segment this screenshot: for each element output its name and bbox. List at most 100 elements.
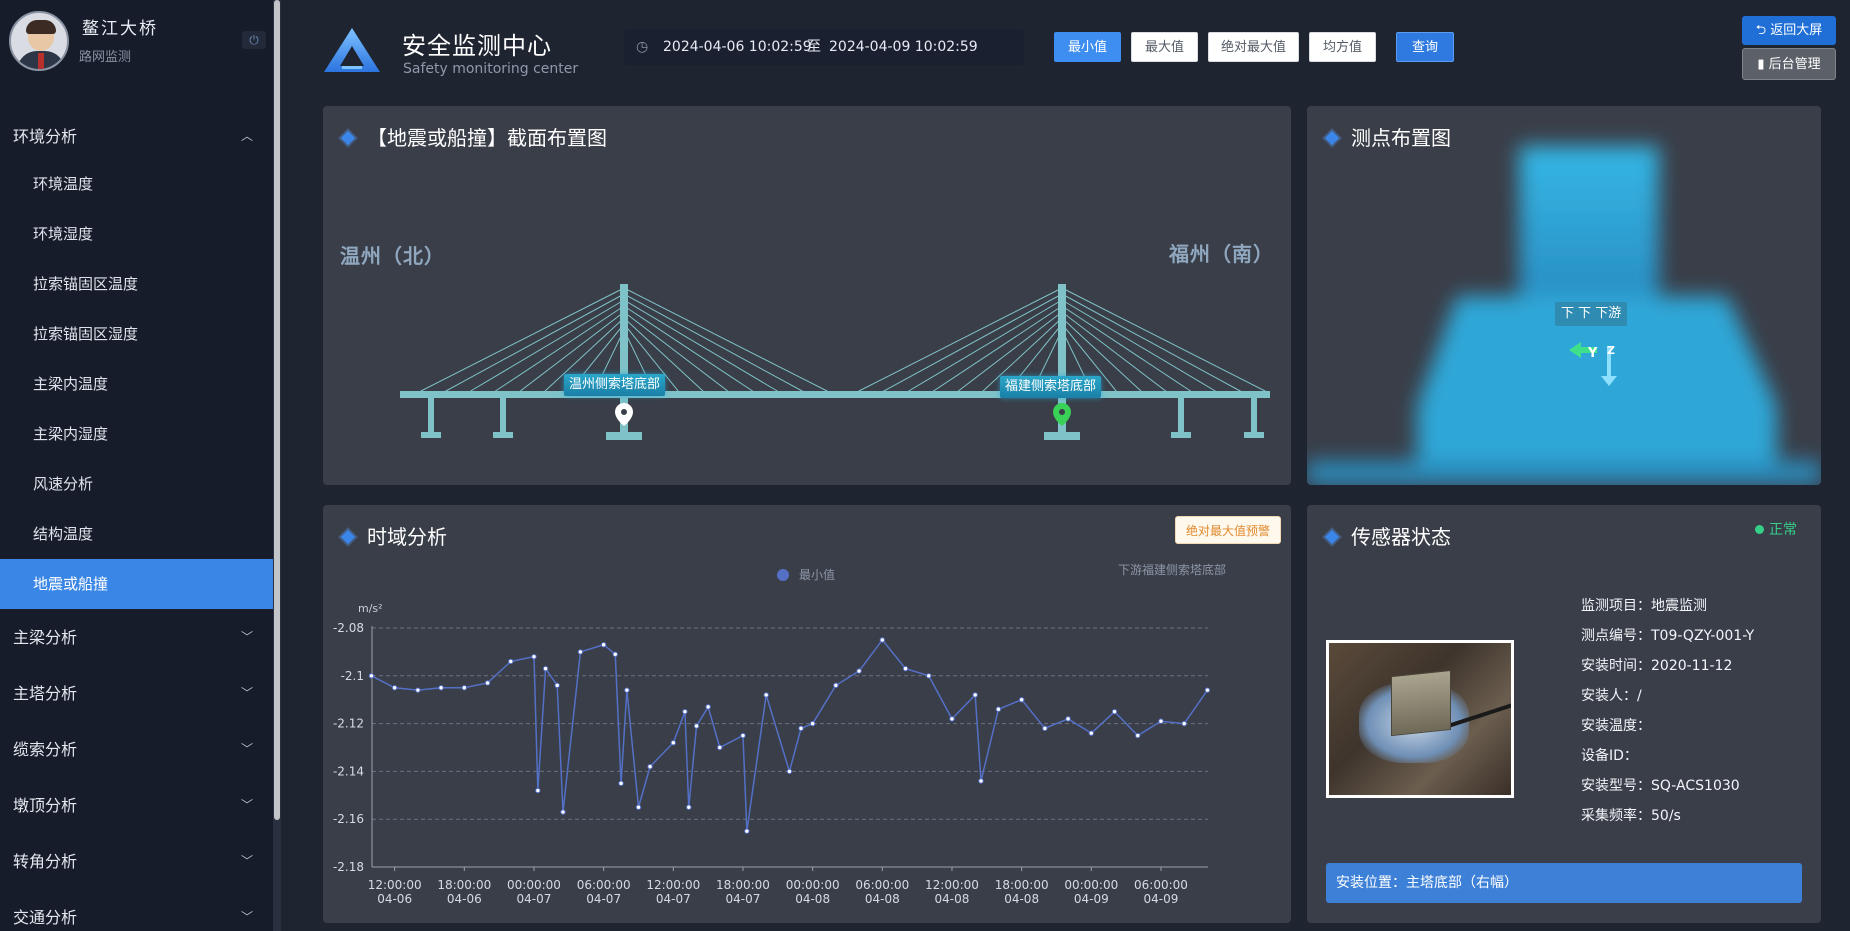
menu-group-label: 墩顶分析: [13, 796, 78, 815]
menu-group-tower[interactable]: 主塔分析 ﹀: [0, 671, 273, 716]
sensor-tag-wenzhou[interactable]: 温州侧索塔底部: [564, 374, 666, 396]
menu-group-env[interactable]: 环境分析 ︿: [0, 114, 273, 159]
scrollbar-thumb[interactable]: [274, 0, 280, 820]
data-point: [1088, 730, 1095, 736]
date-range-picker[interactable]: ◷ 2024-04-06 10:02:59 至 2024-04-09 10:02…: [624, 29, 1024, 65]
sensor-status-panel: 传感器状态 正常 监测项目：地震监测 测点编号：T09-QZY-001-Y 安装…: [1307, 505, 1821, 923]
data-point: [1065, 716, 1071, 722]
menu-item-girder-temp[interactable]: 主梁内温度: [0, 359, 273, 409]
data-point: [624, 687, 630, 693]
menu-group-label: 环境分析: [13, 127, 78, 146]
menu-item-env-temp[interactable]: 环境温度: [0, 159, 273, 209]
back-to-screen-button[interactable]: ⮌ 返回大屏: [1742, 16, 1836, 45]
data-point: [647, 763, 653, 770]
info-row: 测点编号：T09-QZY-001-Y: [1581, 628, 1755, 644]
install-location-bar: 安装位置：主塔底部（右幅）: [1326, 863, 1802, 903]
data-point: [740, 732, 746, 739]
menu-item-earthquake[interactable]: 地震或船撞: [0, 559, 273, 609]
map-pin-icon: [1053, 403, 1071, 426]
x-tick-time: 00:00:00: [786, 878, 840, 892]
query-button[interactable]: 查询: [1396, 32, 1454, 62]
x-tick-time: 12:00:00: [925, 878, 979, 892]
chevron-down-icon: ﹀: [240, 798, 253, 812]
abs-max-button[interactable]: 绝对最大值: [1208, 32, 1299, 62]
x-tick-time: 18:00:00: [437, 878, 491, 892]
x-tick-date: 04-09: [1074, 892, 1109, 906]
avatar[interactable]: [9, 11, 69, 71]
date-start[interactable]: 2024-04-06 10:02:59: [663, 29, 812, 65]
date-end[interactable]: 2024-04-09 10:02:59: [829, 29, 978, 65]
data-point: [949, 716, 955, 722]
menu-group-rotation[interactable]: 转角分析 ﹀: [0, 839, 273, 884]
return-icon: ⮌: [1755, 23, 1771, 38]
data-point: [1042, 725, 1048, 732]
data-point: [879, 637, 886, 643]
y-tick-label: -2.16: [333, 812, 364, 826]
info-row: 安装温度：: [1581, 718, 1651, 734]
data-point: [600, 642, 607, 648]
page-subtitle: Safety monitoring center: [403, 61, 579, 77]
max-value-button[interactable]: 最大值: [1131, 32, 1198, 62]
data-point: [670, 740, 677, 746]
menu-item-girder-humidity[interactable]: 主梁内湿度: [0, 409, 273, 459]
menu-group-pier[interactable]: 墩顶分析 ﹀: [0, 783, 273, 828]
menu-item-struct-temp[interactable]: 结构温度: [0, 509, 273, 559]
sensor-tag-fujian[interactable]: 福建侧索塔底部: [1000, 376, 1102, 398]
data-point: [368, 673, 375, 679]
x-tick-date: 04-08: [1004, 892, 1039, 906]
chevron-down-icon: ﹀: [240, 910, 253, 924]
x-tick-date: 04-07: [656, 892, 691, 906]
map-pin-icon: [615, 403, 633, 426]
chevron-down-icon: ﹀: [240, 630, 253, 644]
menu-item-anchor-humidity[interactable]: 拉索锚固区湿度: [0, 309, 273, 359]
data-point: [1181, 720, 1187, 727]
menu-item-wind[interactable]: 风速分析: [0, 459, 273, 509]
back-label: 返回大屏: [1770, 23, 1823, 38]
x-tick-time: 06:00:00: [577, 878, 631, 892]
menu-group-traffic[interactable]: 交通分析 ﹀: [0, 895, 273, 931]
measure-point-tag[interactable]: 下 下 下游: [1555, 302, 1628, 326]
admin-label: 后台管理: [1768, 57, 1821, 72]
menu-group-cable[interactable]: 缆索分析 ﹀: [0, 727, 273, 772]
tower-base-3d-view: Y Z: [1307, 146, 1821, 485]
data-point: [972, 692, 978, 698]
data-point: [744, 828, 750, 834]
series-line: [371, 638, 1209, 832]
data-point: [391, 685, 398, 691]
power-icon[interactable]: ⏻: [242, 31, 266, 49]
axis-y-label: Y: [1587, 346, 1598, 361]
data-point: [535, 787, 541, 794]
sidebar-scrollbar[interactable]: [273, 0, 281, 931]
data-point: [856, 668, 862, 674]
menu-group-girder[interactable]: 主梁分析 ﹀: [0, 615, 273, 660]
data-point: [1158, 718, 1164, 724]
time-domain-chart[interactable]: m/s² -2.08 -2.1 -2.12 -2.14 -2.16 -2.18 12:00:0…: [323, 505, 1291, 923]
sidebar: 鳌江大桥 路网监测 ⏻ 环境分析 ︿ 环境温度 环境湿度 拉索锚固区温度 拉索锚…: [0, 0, 273, 931]
panel-title: 测点布置图: [1324, 122, 1451, 151]
x-tick-date: 04-06: [377, 892, 412, 906]
min-value-button[interactable]: 最小值: [1054, 32, 1121, 62]
x-tick-time: 18:00:00: [716, 878, 770, 892]
menu-group-label: 交通分析: [13, 908, 78, 927]
data-point: [809, 720, 816, 727]
menu-item-env-humidity[interactable]: 环境湿度: [0, 209, 273, 259]
rms-button[interactable]: 均方值: [1309, 32, 1376, 62]
data-point: [554, 682, 560, 689]
admin-button[interactable]: ▮ 后台管理: [1742, 48, 1836, 80]
status-dot: [1755, 525, 1764, 534]
x-tick-date: 04-08: [795, 892, 830, 906]
panel-title: 传感器状态: [1324, 521, 1451, 550]
profile-subtitle: 路网监测: [79, 50, 132, 65]
menu-group-label: 缆索分析: [13, 740, 78, 759]
data-point: [978, 778, 984, 784]
info-row: 监测项目：地震监测: [1581, 598, 1707, 614]
profile-name: 鳌江大桥: [82, 19, 158, 39]
profile-header: 鳌江大桥 路网监测 ⏻: [0, 0, 273, 92]
data-point: [461, 685, 468, 691]
y-tick-label: -2.14: [333, 764, 364, 778]
menu-item-anchor-temp[interactable]: 拉索锚固区温度: [0, 259, 273, 309]
info-row: 安装人：/: [1581, 688, 1642, 704]
data-point: [717, 744, 723, 751]
sensor-photo[interactable]: [1326, 640, 1514, 798]
x-tick-time: 06:00:00: [855, 878, 909, 892]
